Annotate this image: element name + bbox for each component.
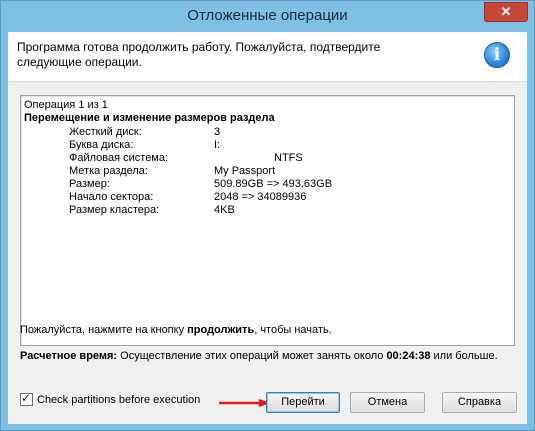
help-button[interactable]: Справка xyxy=(442,392,517,413)
dialog-body: Программа готова продолжить работу. Пожа… xyxy=(8,32,527,424)
check-partitions-option[interactable]: ✓ Check partitions before execution xyxy=(20,391,200,406)
estimated-time-text: Осуществление этих операций может занять… xyxy=(117,350,387,362)
estimated-time-value: 00:24:38 xyxy=(386,350,431,362)
continue-text-before: Пожалуйста, нажмите на кнопку xyxy=(20,324,188,336)
window-title: Отложенные операции xyxy=(187,7,348,24)
continue-text-after: , чтобы начать. xyxy=(254,324,332,336)
estimated-time-suffix: или больше. xyxy=(430,350,498,362)
property-label: Жесткий диск: xyxy=(69,126,142,138)
title-bar[interactable]: Отложенные операции ✕ xyxy=(1,1,534,32)
property-value: 4KB xyxy=(214,204,235,216)
estimated-time: Расчетное время: Осуществление этих опер… xyxy=(20,350,498,362)
property-value: 509.89GB => 493.63GB xyxy=(214,178,333,190)
property-value: I: xyxy=(214,139,221,151)
pending-operations-window: Отложенные операции ✕ Программа готова п… xyxy=(0,0,535,431)
proceed-button[interactable]: Перейти xyxy=(266,392,340,413)
operation-count: Операция 1 из 1 xyxy=(24,99,108,111)
property-value: NTFS xyxy=(274,152,303,164)
cancel-button[interactable]: Отмена xyxy=(350,392,425,413)
property-value: 2048 => 34089936 xyxy=(214,191,307,203)
close-button[interactable]: ✕ xyxy=(484,2,528,22)
continue-instruction: Пожалуйста, нажмите на кнопку продолжить… xyxy=(20,324,332,336)
close-icon: ✕ xyxy=(500,4,512,19)
check-partitions-label[interactable]: Check partitions before execution xyxy=(37,394,200,406)
property-label: Размер: xyxy=(69,178,110,190)
header-message: Программа готова продолжить работу. Пожа… xyxy=(17,40,381,69)
property-value: My Passport xyxy=(214,165,276,177)
operation-title: Перемещение и изменение размеров раздела xyxy=(24,112,275,124)
property-label: Буква диска: xyxy=(69,139,134,151)
continue-emphasis: продолжить xyxy=(187,324,255,336)
property-label: Размер кластера: xyxy=(69,204,160,216)
check-partitions-checkbox[interactable]: ✓ xyxy=(20,391,33,406)
property-label: Начало сектора: xyxy=(69,191,154,203)
red-arrow-icon xyxy=(219,399,271,407)
property-value: 3 xyxy=(214,126,221,138)
header-panel: Программа готова продолжить работу. Пожа… xyxy=(8,32,527,82)
property-label: Метка раздела: xyxy=(69,165,148,177)
property-label: Файловая система: xyxy=(69,152,169,164)
checkmark-icon: ✓ xyxy=(21,391,32,405)
estimated-time-label: Расчетное время: xyxy=(20,350,118,362)
info-icon: i xyxy=(484,42,510,68)
operations-list[interactable]: Операция 1 из 1 Перемещение и изменение … xyxy=(20,95,515,346)
